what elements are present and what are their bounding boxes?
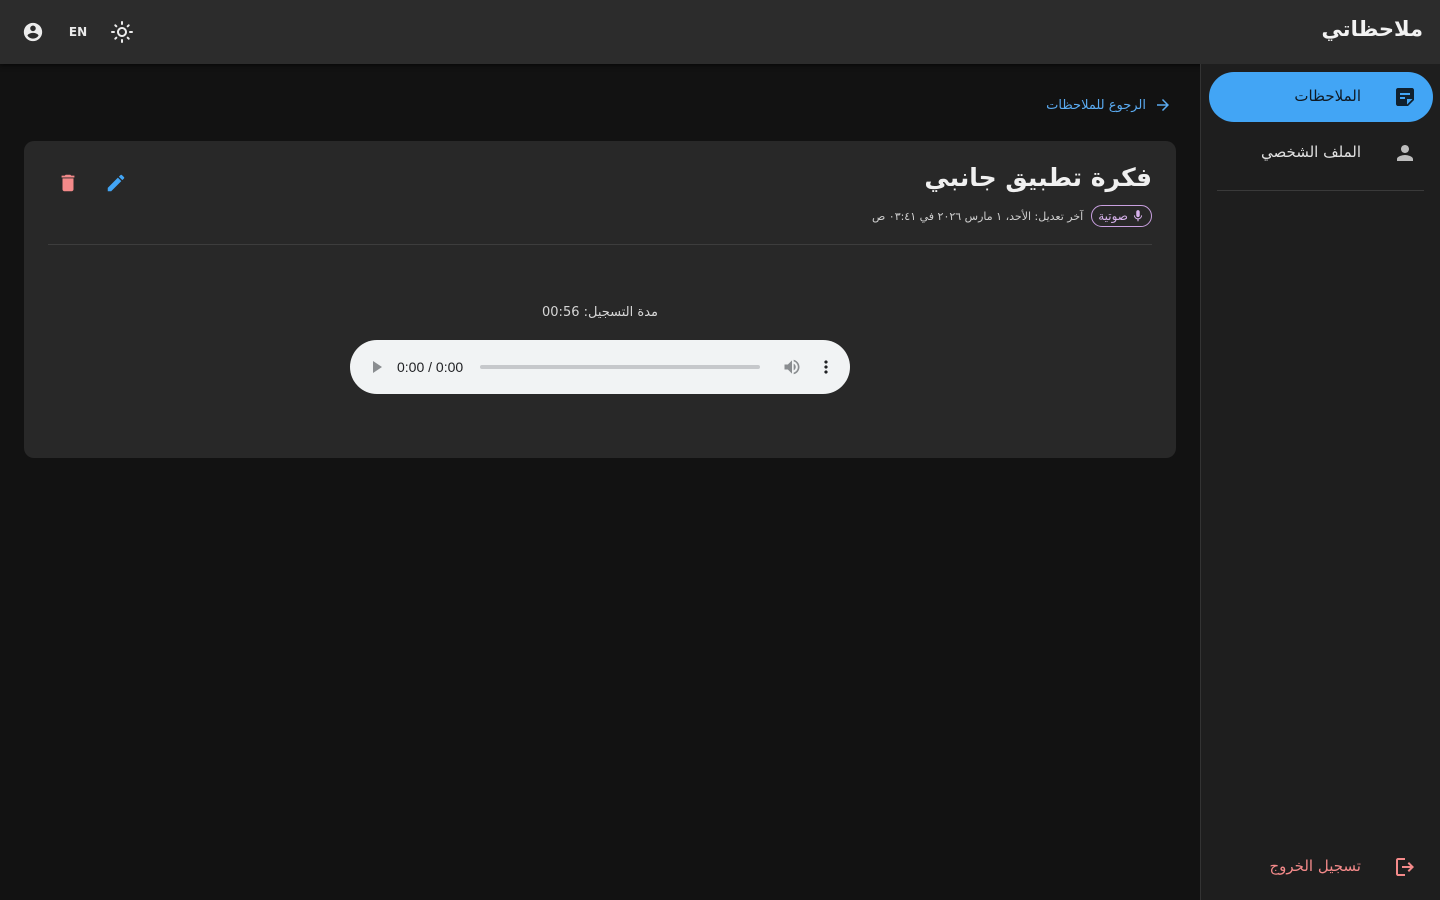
logout-button[interactable]: تسجيل الخروج (1209, 842, 1433, 892)
note-actions (56, 171, 128, 195)
arrow-forward-icon (1157, 99, 1169, 111)
language-toggle-button[interactable]: EN (62, 16, 94, 48)
back-link-label: الرجوع للملاحظات (1046, 97, 1146, 113)
play-icon[interactable] (370, 359, 384, 379)
card-divider (48, 244, 1152, 245)
account-icon[interactable] (17, 16, 49, 48)
last-modified-text: آخر تعديل: الأحد، ١ مارس ٢٠٢٦ في ٠٣:٤١ ص (871, 209, 1084, 223)
logout-icon (1393, 855, 1417, 879)
edit-button[interactable] (104, 171, 128, 195)
sidebar-item-label: الملف الشخصي (1261, 143, 1361, 161)
sticky-note-icon (1393, 85, 1417, 109)
note-type-label: صوتية (1098, 209, 1128, 223)
logout-label: تسجيل الخروج (1269, 857, 1361, 875)
sidebar-item-notes[interactable]: الملاحظات (1209, 72, 1433, 122)
theme-toggle-icon[interactable] (106, 16, 138, 48)
main-content: الرجوع للملاحظات فكرة تطبيق جانبي صوتية … (0, 64, 1200, 900)
audio-progress-slider[interactable] (480, 365, 760, 369)
pencil-icon (107, 174, 125, 192)
more-options-icon[interactable] (816, 357, 836, 381)
sidebar: الملاحظات الملف الشخصي تسجيل الخروج (1200, 64, 1440, 900)
player-time: 0:00 / 0:00 (397, 359, 464, 375)
trash-icon (61, 174, 75, 192)
delete-button[interactable] (56, 171, 80, 195)
note-meta: صوتية آخر تعديل: الأحد، ١ مارس ٢٠٢٦ في ٠… (872, 205, 1152, 227)
mic-icon (1133, 210, 1143, 222)
person-icon (1393, 141, 1417, 165)
app-bar: ملاحظاتي EN (0, 0, 1440, 64)
sidebar-item-label: الملاحظات (1294, 87, 1361, 105)
app-title: ملاحظاتي (1321, 17, 1423, 41)
note-type-chip: صوتية (1091, 205, 1152, 227)
note-title: فكرة تطبيق جانبي (924, 163, 1152, 192)
sidebar-divider (1217, 190, 1424, 191)
volume-icon[interactable] (782, 357, 802, 381)
note-card: فكرة تطبيق جانبي صوتية آخر تعديل: الأحد،… (24, 141, 1176, 458)
recording-duration: مدة التسجيل: 00:56 (542, 305, 658, 320)
sidebar-item-profile[interactable]: الملف الشخصي (1209, 128, 1433, 178)
audio-player: 0:00 / 0:00 (350, 340, 850, 394)
back-to-notes-link[interactable]: الرجوع للملاحظات (1046, 96, 1172, 114)
